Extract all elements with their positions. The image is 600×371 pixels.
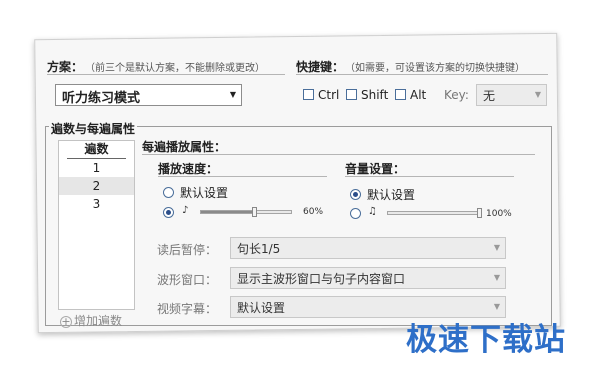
alt-checkbox[interactable]: Alt <box>395 88 426 102</box>
shift-checkbox-box[interactable] <box>346 89 357 100</box>
key-select-value: 无 <box>483 89 496 103</box>
hotkey-divider <box>296 74 548 75</box>
volume-slider-thumb[interactable] <box>477 208 482 218</box>
scheme-label: 方案： <box>47 60 84 74</box>
ctrl-label: Ctrl <box>318 88 340 102</box>
dropdown-arrow-icon: ▼ <box>534 90 541 99</box>
waveform-select-value: 显示主波形窗口与句子内容窗口 <box>237 272 406 286</box>
watermark-logo: 极速下载站 <box>406 322 566 358</box>
speed-label: 播放速度： <box>158 162 219 176</box>
pause-label: 读后暂停： <box>157 243 218 257</box>
add-pass-button[interactable]: + 增加遍数 <box>60 312 122 329</box>
speed-default-radio[interactable]: 默认设置 <box>163 184 228 201</box>
props-divider <box>142 154 535 155</box>
shift-label: Shift <box>361 88 389 102</box>
alt-checkbox-box[interactable] <box>395 89 406 100</box>
list-item[interactable]: 3 <box>59 195 134 213</box>
volume-slider[interactable] <box>387 211 482 215</box>
hotkey-hint: （如需要，可设置该方案的切换快捷键） <box>345 63 525 74</box>
volume-default-radio-dot[interactable] <box>350 189 361 200</box>
volume-custom-radio[interactable] <box>350 207 367 221</box>
pause-select[interactable]: 句长1/5 ▼ <box>230 237 506 259</box>
subtitle-label: 视频字幕： <box>157 302 218 316</box>
volume-percent: 100% <box>486 209 512 219</box>
dropdown-arrow-icon: ▼ <box>229 90 236 99</box>
ctrl-checkbox[interactable]: Ctrl <box>303 88 339 102</box>
volume-default-radio[interactable]: 默认设置 <box>350 186 415 203</box>
plus-icon: + <box>60 315 72 328</box>
props-title: 每遍播放属性： <box>142 140 227 154</box>
speed-slider-thumb[interactable] <box>252 207 257 217</box>
speed-custom-radio-dot[interactable] <box>163 207 174 218</box>
pause-select-value: 句长1/5 <box>237 242 281 256</box>
speed-icon: ♪ <box>182 205 189 216</box>
dropdown-arrow-icon: ▼ <box>493 302 500 311</box>
passes-list[interactable]: 遍数 1 2 3 <box>58 140 135 310</box>
add-pass-label: 增加遍数 <box>74 314 123 328</box>
scheme-select-value: 听力练习模式 <box>62 91 141 106</box>
key-label: Key: <box>444 88 469 102</box>
volume-icon: ♫ <box>368 206 377 217</box>
scheme-select[interactable]: 听力练习模式 ▼ <box>55 84 242 106</box>
volume-label: 音量设置： <box>345 162 406 176</box>
group-title: 遍数与每遍属性 <box>49 120 138 137</box>
waveform-select[interactable]: 显示主波形窗口与句子内容窗口 ▼ <box>230 267 506 289</box>
speed-default-radio-dot[interactable] <box>163 187 174 198</box>
speed-divider <box>158 176 327 177</box>
volume-default-label: 默认设置 <box>367 188 416 202</box>
speed-custom-radio[interactable] <box>163 206 180 220</box>
volume-divider <box>345 176 514 177</box>
settings-panel: 方案： （前三个是默认方案，不能删除或更改） 听力练习模式 ▼ 快捷键： （如需… <box>0 0 600 371</box>
dropdown-arrow-icon: ▼ <box>493 273 500 282</box>
ctrl-checkbox-box[interactable] <box>303 89 314 100</box>
hotkey-label: 快捷键： <box>296 60 345 74</box>
speed-slider-fill <box>201 211 255 213</box>
key-select[interactable]: 无 ▼ <box>476 84 547 106</box>
list-item[interactable]: 2 <box>59 177 134 195</box>
speed-slider[interactable] <box>200 210 292 214</box>
list-header: 遍数 <box>67 141 126 159</box>
shift-checkbox[interactable]: Shift <box>346 88 388 102</box>
waveform-label: 波形窗口： <box>157 273 218 287</box>
subtitle-select-value: 默认设置 <box>237 301 286 315</box>
speed-default-label: 默认设置 <box>180 186 229 200</box>
list-item[interactable]: 1 <box>59 159 134 177</box>
volume-slider-fill <box>388 212 481 214</box>
dropdown-arrow-icon: ▼ <box>493 243 500 252</box>
speed-percent: 60% <box>303 207 324 217</box>
alt-label: Alt <box>410 88 427 102</box>
scheme-divider <box>47 74 285 75</box>
volume-custom-radio-dot[interactable] <box>350 208 361 219</box>
scheme-hint: （前三个是默认方案，不能删除或更改） <box>85 63 265 74</box>
